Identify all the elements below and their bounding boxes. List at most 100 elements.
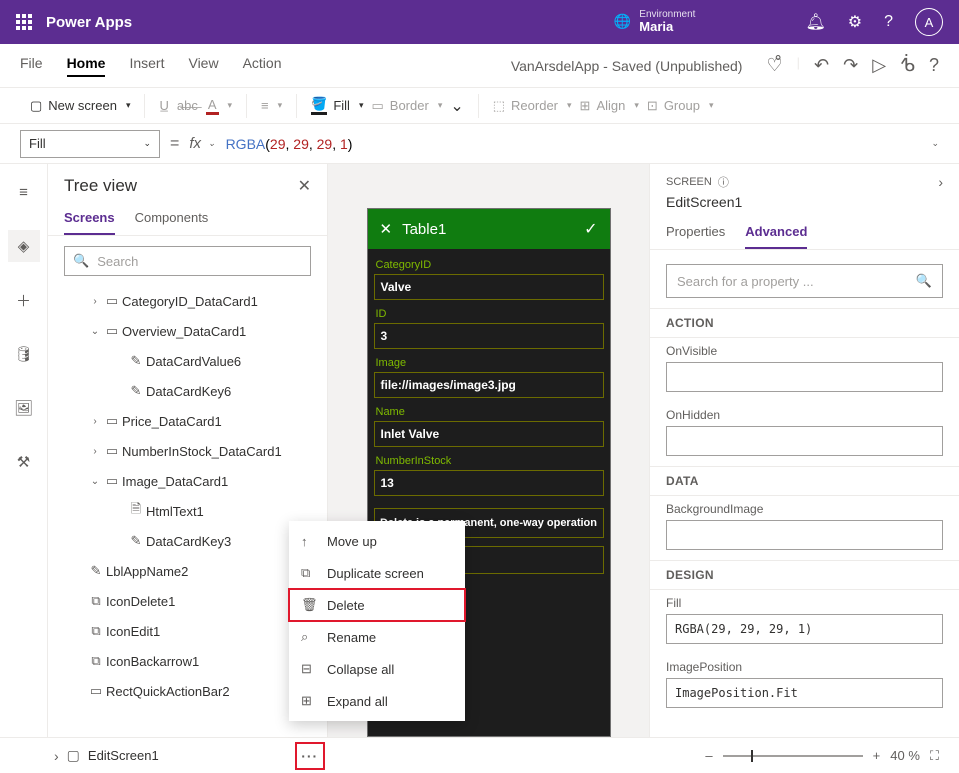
fill-input[interactable]: RGBA(29, 29, 29, 1) bbox=[666, 614, 943, 644]
tab-screens[interactable]: Screens bbox=[64, 204, 115, 235]
chevron-right-icon[interactable]: › bbox=[938, 174, 943, 190]
property-selector[interactable]: Fill⌄ bbox=[20, 130, 160, 158]
field-label: Image bbox=[376, 357, 602, 369]
tree-item-label: Price_DataCard1 bbox=[122, 414, 319, 429]
waffle-icon[interactable] bbox=[16, 14, 32, 30]
tree-row[interactable]: ⧉IconBackarrow1 bbox=[52, 646, 327, 676]
health-icon[interactable]: ♡̊ bbox=[766, 55, 782, 76]
context-menu-rename[interactable]: ⌕Rename bbox=[289, 621, 465, 653]
onvisible-label: OnVisible bbox=[666, 344, 943, 358]
imageposition-label: ImagePosition bbox=[666, 660, 943, 674]
formula-input[interactable]: RGBA(29, 29, 29, 1) bbox=[226, 130, 919, 158]
avatar[interactable]: A bbox=[915, 8, 943, 36]
menu-file[interactable]: File bbox=[20, 55, 43, 77]
menu-home[interactable]: Home bbox=[67, 55, 106, 77]
control-icon: ▭ bbox=[102, 443, 122, 459]
environment-picker[interactable]: 🌐 Environment Maria bbox=[614, 9, 696, 34]
tab-components[interactable]: Components bbox=[135, 204, 209, 235]
field-input[interactable]: Inlet Valve bbox=[374, 421, 604, 447]
selected-control-name: EditScreen1 bbox=[650, 192, 959, 220]
tree-search-input[interactable]: 🔍 Search bbox=[64, 246, 311, 276]
undo-icon[interactable]: ↶ bbox=[814, 55, 829, 76]
context-menu-move-up[interactable]: ↑Move up bbox=[289, 525, 465, 557]
context-menu-delete[interactable]: 🗑Delete bbox=[289, 589, 465, 621]
chevron-button[interactable]: ⌄ bbox=[450, 96, 463, 116]
onhidden-input[interactable] bbox=[666, 426, 943, 456]
menu-insert[interactable]: Insert bbox=[129, 55, 164, 77]
chevron-icon: › bbox=[88, 296, 102, 307]
close-icon[interactable]: ✕ bbox=[380, 220, 393, 238]
tree-row[interactable]: ✎DataCardKey6 bbox=[52, 376, 327, 406]
media-icon[interactable]: 🖼 bbox=[8, 392, 40, 424]
bell-icon[interactable]: 🔔︎ bbox=[805, 12, 825, 32]
onvisible-input[interactable] bbox=[666, 362, 943, 392]
zoom-out-button[interactable]: – bbox=[705, 748, 712, 763]
field-input[interactable]: Valve bbox=[374, 274, 604, 300]
menu-item-label: Move up bbox=[327, 534, 377, 549]
chevron-right-icon[interactable]: › bbox=[54, 748, 59, 764]
context-menu-duplicate-screen[interactable]: ⧉Duplicate screen bbox=[289, 557, 465, 589]
field-input[interactable]: 3 bbox=[374, 323, 604, 349]
control-icon: ▭ bbox=[102, 413, 122, 429]
menu-item-label: Duplicate screen bbox=[327, 566, 424, 581]
tree-row[interactable]: ›▭CategoryID_DataCard1 bbox=[52, 286, 327, 316]
tree-row[interactable]: ✎DataCardValue6 bbox=[52, 346, 327, 376]
formula-expand-icon[interactable]: ⌄ bbox=[931, 138, 939, 149]
control-icon: ▭ bbox=[86, 683, 106, 699]
fit-icon[interactable]: ⛶ bbox=[930, 748, 939, 764]
menu-item-icon: ⊟ bbox=[301, 661, 317, 677]
border-button: ▭ Border ▾ bbox=[371, 98, 442, 114]
tree-item-label: IconEdit1 bbox=[106, 624, 319, 639]
control-icon: ✎ bbox=[126, 383, 146, 399]
context-menu-expand-all[interactable]: ⊞Expand all bbox=[289, 685, 465, 717]
more-options-button[interactable]: ··· bbox=[295, 742, 325, 770]
field-input[interactable]: 13 bbox=[374, 470, 604, 496]
breadcrumb[interactable]: EditScreen1 bbox=[88, 748, 159, 763]
tree-row[interactable]: ›▭Price_DataCard1 bbox=[52, 406, 327, 436]
context-menu-collapse-all[interactable]: ⊟Collapse all bbox=[289, 653, 465, 685]
fill-button[interactable]: 🪣 Fill ▾ bbox=[311, 96, 363, 115]
control-icon: ✎ bbox=[126, 353, 146, 369]
tree-row[interactable]: ⌄▭Image_DataCard1 bbox=[52, 466, 327, 496]
hamburger-icon[interactable]: ≡ bbox=[8, 176, 40, 208]
tree-row[interactable]: ▭RectQuickActionBar2 bbox=[52, 676, 327, 706]
props-search-input[interactable]: Search for a property ... 🔍 bbox=[666, 264, 943, 298]
help2-icon[interactable]: ? bbox=[929, 55, 939, 76]
redo-icon[interactable]: ↷ bbox=[843, 55, 858, 76]
share-icon[interactable]: ᕺ bbox=[900, 55, 915, 76]
data-icon[interactable]: 🛢 bbox=[8, 338, 40, 370]
help-icon[interactable]: ? bbox=[884, 13, 893, 31]
tree-row[interactable]: ✎LblAppName2 bbox=[52, 556, 327, 586]
tree-row[interactable]: ⧉IconEdit1 bbox=[52, 616, 327, 646]
tools-icon[interactable]: ⚒ bbox=[8, 446, 40, 478]
tree-row[interactable]: ⌄▭Overview_DataCard1 bbox=[52, 316, 327, 346]
tree-row[interactable]: ⧉IconDelete1 bbox=[52, 586, 327, 616]
insert-icon[interactable]: ＋ bbox=[8, 284, 40, 316]
tab-properties[interactable]: Properties bbox=[666, 220, 725, 249]
tree-row[interactable]: 🗎HtmlText1 bbox=[52, 496, 327, 526]
close-icon[interactable]: ✕ bbox=[298, 176, 311, 196]
field-input[interactable]: file://images/image3.jpg bbox=[374, 372, 604, 398]
gear-icon[interactable]: ⚙ bbox=[848, 12, 862, 32]
section-data: DATA bbox=[650, 466, 959, 496]
tree-item-label: LblAppName2 bbox=[106, 564, 319, 579]
chevron-icon: ⌄ bbox=[88, 476, 102, 487]
menu-action[interactable]: Action bbox=[243, 55, 282, 77]
control-icon: ✎ bbox=[86, 563, 106, 579]
tree-row[interactable]: ✎DataCardKey3 bbox=[52, 526, 327, 556]
menu-view[interactable]: View bbox=[188, 55, 218, 77]
zoom-slider[interactable] bbox=[723, 755, 863, 757]
fx-label[interactable]: fx⌄ bbox=[189, 135, 215, 152]
tree-item-label: DataCardKey6 bbox=[146, 384, 319, 399]
info-icon[interactable]: ⓘ bbox=[718, 174, 729, 190]
backgroundimage-input[interactable] bbox=[666, 520, 943, 550]
imageposition-input[interactable]: ImagePosition.Fit bbox=[666, 678, 943, 708]
tree-row[interactable]: ›▭NumberInStock_DataCard1 bbox=[52, 436, 327, 466]
new-screen-button[interactable]: ▢ New screen ▾ bbox=[30, 98, 130, 114]
play-icon[interactable]: ▷ bbox=[872, 55, 886, 76]
zoom-in-button[interactable]: + bbox=[873, 748, 881, 763]
backgroundimage-label: BackgroundImage bbox=[666, 502, 943, 516]
tree-view-icon[interactable]: ◈ bbox=[8, 230, 40, 262]
tab-advanced[interactable]: Advanced bbox=[745, 220, 807, 249]
check-icon[interactable]: ✓ bbox=[584, 219, 597, 239]
